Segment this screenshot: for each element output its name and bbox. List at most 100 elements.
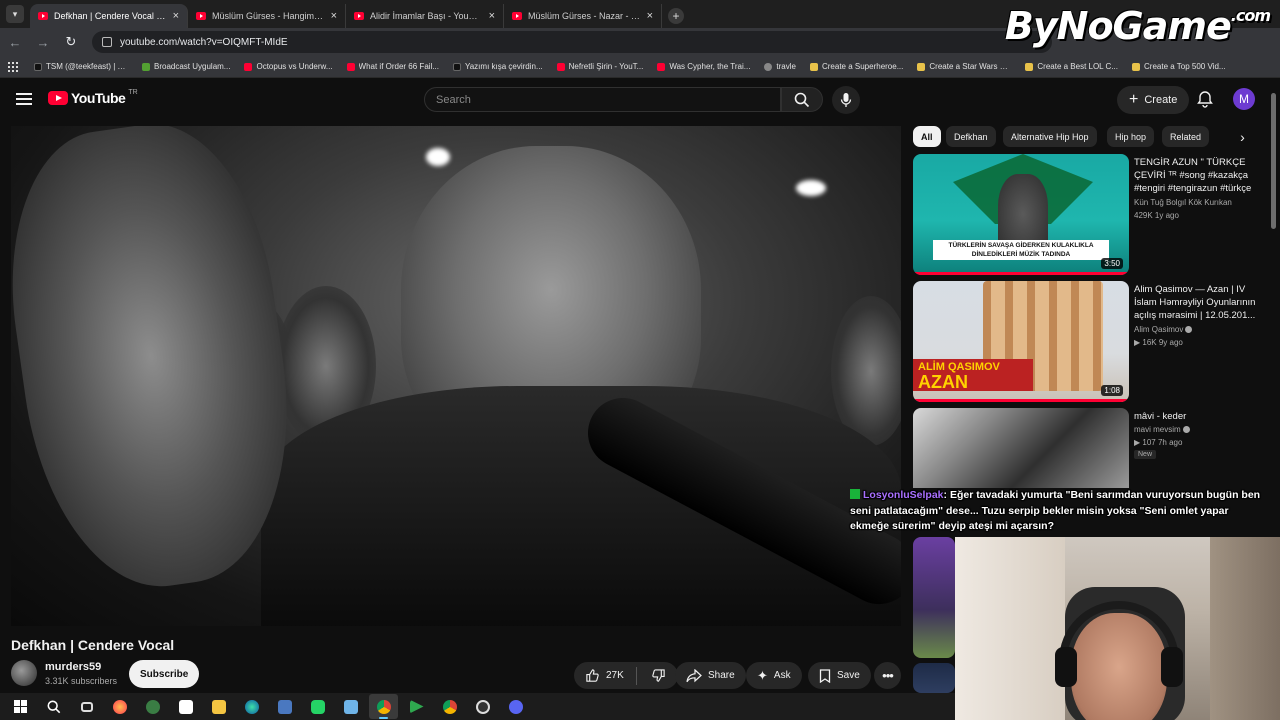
menu-icon[interactable] <box>16 93 32 105</box>
ask-button[interactable]: ✦ Ask <box>746 662 802 689</box>
close-tab-icon[interactable]: × <box>173 10 179 22</box>
subscribe-button[interactable]: Subscribe <box>129 660 200 688</box>
recommendation-title[interactable]: Alim Qasimov — Azan | IV İslam Həmrəyliy… <box>1134 283 1264 322</box>
channel-avatar[interactable] <box>11 660 37 686</box>
tab-title: Defkhan | Cendere Vocal - YouTube <box>54 11 167 21</box>
taskbar-app[interactable] <box>435 694 464 719</box>
youtube-favicon-icon <box>354 12 364 20</box>
dislike-button[interactable] <box>643 668 678 683</box>
taskbar-app[interactable] <box>237 694 266 719</box>
page-scrollbar[interactable] <box>1271 93 1276 229</box>
bookmark-item[interactable]: Create a Top 500 Vid... <box>1128 62 1230 71</box>
apps-grid-icon[interactable] <box>8 61 18 72</box>
taskbar-app[interactable] <box>402 694 431 719</box>
bookmark-item[interactable]: Create a Best LOL C... <box>1021 62 1122 71</box>
taskbar-app[interactable] <box>138 694 167 719</box>
like-dislike-group: 27K <box>574 662 678 689</box>
bookmark-item[interactable]: Octopus vs Underw... <box>240 62 336 71</box>
browser-tab[interactable]: Müslüm Gürses - Hangimiz Sevmedik × <box>188 4 346 28</box>
close-tab-icon[interactable]: × <box>647 10 653 22</box>
taskbar-app[interactable] <box>468 694 497 719</box>
account-avatar[interactable]: M <box>1233 88 1255 110</box>
bookmark-item[interactable]: Broadcast Uygulam... <box>138 62 234 71</box>
app-icon <box>409 699 424 714</box>
create-button[interactable]: + Create <box>1117 86 1190 114</box>
recommendation-views: ▶ 16K 9y ago <box>1134 338 1183 347</box>
recommendation-channel[interactable]: mavi mevsim <box>1134 423 1190 436</box>
like-count[interactable]: 27K <box>606 670 624 681</box>
chip-hip-hop[interactable]: Hip hop <box>1107 126 1155 147</box>
close-tab-icon[interactable]: × <box>489 10 495 22</box>
recommendation-thumbnail[interactable] <box>913 408 1129 488</box>
bookmark-item[interactable]: Was Cypher, the Trai... <box>653 62 754 71</box>
browser-tab[interactable]: Alidir İmamlar Başı - YouTube × <box>346 4 504 28</box>
browser-tab[interactable]: Müslüm Gürses - Nazar - YouTube × <box>504 4 662 28</box>
forward-arrow-icon[interactable]: → <box>36 35 50 50</box>
bookmark-favicon-icon <box>1132 62 1141 71</box>
taskbar-search-button[interactable] <box>39 694 68 719</box>
taskbar-app[interactable] <box>369 694 398 719</box>
video-player[interactable] <box>11 126 901 626</box>
recommendation-thumbnail[interactable] <box>913 537 955 658</box>
recommendation-title[interactable]: TENGİR AZUN " TÜRKÇE ÇEVİRİ ᵀᴿ #song #ka… <box>1134 156 1264 195</box>
thumbs-up-icon[interactable] <box>585 668 600 683</box>
chevron-right-icon[interactable]: › <box>1232 126 1253 147</box>
recommendation-channel[interactable]: Alim Qasimov <box>1134 323 1193 336</box>
site-info-icon[interactable] <box>102 37 112 47</box>
tiktok-icon <box>452 62 461 71</box>
youtube-play-icon <box>48 91 68 105</box>
bookmark-item[interactable]: Create a Star Wars C... <box>913 62 1015 71</box>
chip-alternative-hip-hop[interactable]: Alternative Hip Hop <box>1003 126 1097 147</box>
recommendation-views: 429K 1y ago <box>1134 211 1179 220</box>
youtube-logo[interactable]: YouTube TR <box>48 89 138 106</box>
stage-light <box>426 148 450 166</box>
reload-icon[interactable]: ↻ <box>64 34 78 50</box>
taskbar-app[interactable] <box>204 694 233 719</box>
recommendation-title[interactable]: mâvi - keder <box>1134 410 1264 423</box>
task-view-button[interactable] <box>72 694 101 719</box>
chip-related[interactable]: Related <box>1162 126 1210 147</box>
taskbar-app[interactable] <box>171 694 200 719</box>
more-actions-button[interactable]: ••• <box>874 662 901 689</box>
recommendation-thumbnail[interactable]: ALİM QASIMOV AZAN 1:08 <box>913 281 1129 402</box>
stage-light <box>796 180 826 196</box>
browser-tab[interactable]: Defkhan | Cendere Vocal - YouTube × <box>30 4 188 28</box>
taskbar-app[interactable] <box>303 694 332 719</box>
bookmark-item[interactable]: What if Order 66 Fail... <box>343 62 443 71</box>
start-button[interactable] <box>6 694 35 719</box>
search-input[interactable]: Search <box>424 87 781 112</box>
chrome-icon <box>442 699 457 714</box>
chip-all[interactable]: All <box>913 126 941 147</box>
close-tab-icon[interactable]: × <box>331 10 337 22</box>
save-button[interactable]: Save <box>808 662 871 689</box>
bookmark-item[interactable]: Nefretli Şirin - YouT... <box>553 62 648 71</box>
chip-defkhan[interactable]: Defkhan <box>946 126 996 147</box>
share-button[interactable]: Share <box>675 662 746 689</box>
app-icon <box>145 699 160 714</box>
address-bar[interactable]: youtube.com/watch?v=OIQMFT-MIdE <box>92 31 1052 53</box>
voice-search-button[interactable] <box>832 86 860 114</box>
notifications-bell-icon[interactable] <box>1196 90 1214 108</box>
bookmark-item[interactable]: TSM (@teekfeast) | T... <box>30 62 132 71</box>
bookmark-item[interactable]: Yazımı kışa çevirdin... <box>449 62 547 71</box>
headset-ear-cup <box>1055 647 1077 687</box>
taskbar-app[interactable] <box>336 694 365 719</box>
back-arrow-icon[interactable]: ← <box>8 35 22 50</box>
taskbar-app[interactable] <box>501 694 530 719</box>
channel-name[interactable]: murders59 <box>45 661 101 673</box>
taskbar-app[interactable] <box>105 694 134 719</box>
webcam-overlay <box>955 537 1280 720</box>
taskbar-app[interactable] <box>270 694 299 719</box>
globe-icon <box>764 62 773 71</box>
file-explorer-icon <box>211 699 226 714</box>
recommendation-channel[interactable]: Kün Tuğ Bolgıl Kök Kurıkan <box>1134 196 1232 209</box>
tab-title: Müslüm Gürses - Hangimiz Sevmedik <box>212 11 325 21</box>
bookmark-item[interactable]: travle <box>760 62 800 71</box>
sparkle-icon: ✦ <box>757 667 768 683</box>
bookmark-item[interactable]: Create a Superheroe... <box>806 62 907 71</box>
tab-search-button[interactable]: ▾ <box>6 5 24 23</box>
search-button[interactable] <box>781 87 823 112</box>
recommendation-thumbnail[interactable] <box>913 663 955 693</box>
new-tab-button[interactable]: + <box>668 8 684 24</box>
recommendation-thumbnail[interactable]: TÜRKLERİN SAVAŞA GİDERKEN KULAKLIKLA DİN… <box>913 154 1129 275</box>
